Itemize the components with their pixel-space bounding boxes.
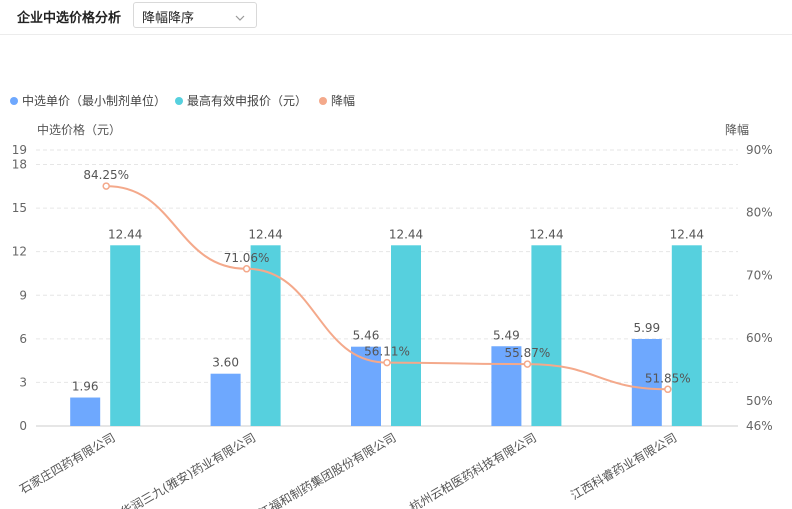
bar-max-price xyxy=(110,245,141,426)
y-tick-left: 9 xyxy=(19,288,27,302)
data-label-max-price: 12.44 xyxy=(529,227,563,241)
data-label-unit-price: 5.49 xyxy=(493,328,520,342)
y-tick-left: 19 xyxy=(12,143,27,157)
y-tick-right: 80% xyxy=(746,206,773,220)
data-label-max-price: 12.44 xyxy=(108,227,142,241)
chart-plot: 0 3 6 9 12 15 1819 46% 50% 60% 70% 80% 90% 1.96 12.44 石… xyxy=(12,143,773,509)
y-tick-right: 60% xyxy=(746,331,773,345)
point-drop xyxy=(242,265,251,273)
data-label-drop: 71.06% xyxy=(224,251,270,265)
point-drop xyxy=(102,182,110,190)
x-tick-label: 江西科睿药业有限公司 xyxy=(568,430,679,503)
data-label-unit-price: 5.46 xyxy=(353,329,380,343)
y-tick-left: 15 xyxy=(12,201,27,215)
point-drop xyxy=(383,358,391,367)
y-tick-right: 90% xyxy=(746,143,773,157)
y-tick-left: 18 xyxy=(12,158,27,172)
x-tick-label: 石家庄四药有限公司 xyxy=(17,430,118,497)
data-label-unit-price: 5.99 xyxy=(633,321,660,335)
y-tick-right: 50% xyxy=(746,394,773,408)
bar-max-price xyxy=(531,245,562,426)
point-drop xyxy=(664,385,672,394)
y-tick-left: 0 xyxy=(19,419,27,433)
y-tick-right: 70% xyxy=(746,268,773,282)
bar-max-price xyxy=(391,245,421,426)
line-drop xyxy=(106,185,668,391)
point-drop xyxy=(523,360,532,368)
bar-unit-price xyxy=(70,397,101,426)
bar-max-price xyxy=(671,245,702,426)
y-tick-left: 6 xyxy=(19,332,27,346)
x-tick-label: 杭州云柏医药科技有限公司 xyxy=(407,430,539,509)
data-label-max-price: 12.44 xyxy=(248,227,282,241)
data-label-drop: 51.85% xyxy=(645,371,691,385)
data-label-max-price: 12.44 xyxy=(670,227,704,241)
data-label-unit-price: 1.96 xyxy=(72,380,99,394)
x-tick-label: 华润三九(雅安)药业有限公司 xyxy=(118,430,258,509)
y-tick-right: 46% xyxy=(746,419,773,433)
data-label-drop: 56.11% xyxy=(364,345,410,359)
data-label-drop: 55.87% xyxy=(505,346,551,360)
data-label-max-price: 12.44 xyxy=(389,227,423,241)
data-label-unit-price: 3.60 xyxy=(212,356,239,370)
y-tick-left: 12 xyxy=(12,245,27,259)
data-label-drop: 84.25% xyxy=(83,168,129,182)
y-tick-left: 3 xyxy=(19,375,27,389)
x-tick-label: 黑龙江福和制药集团股份有限公司 xyxy=(235,430,398,509)
bar-unit-price xyxy=(210,373,241,426)
